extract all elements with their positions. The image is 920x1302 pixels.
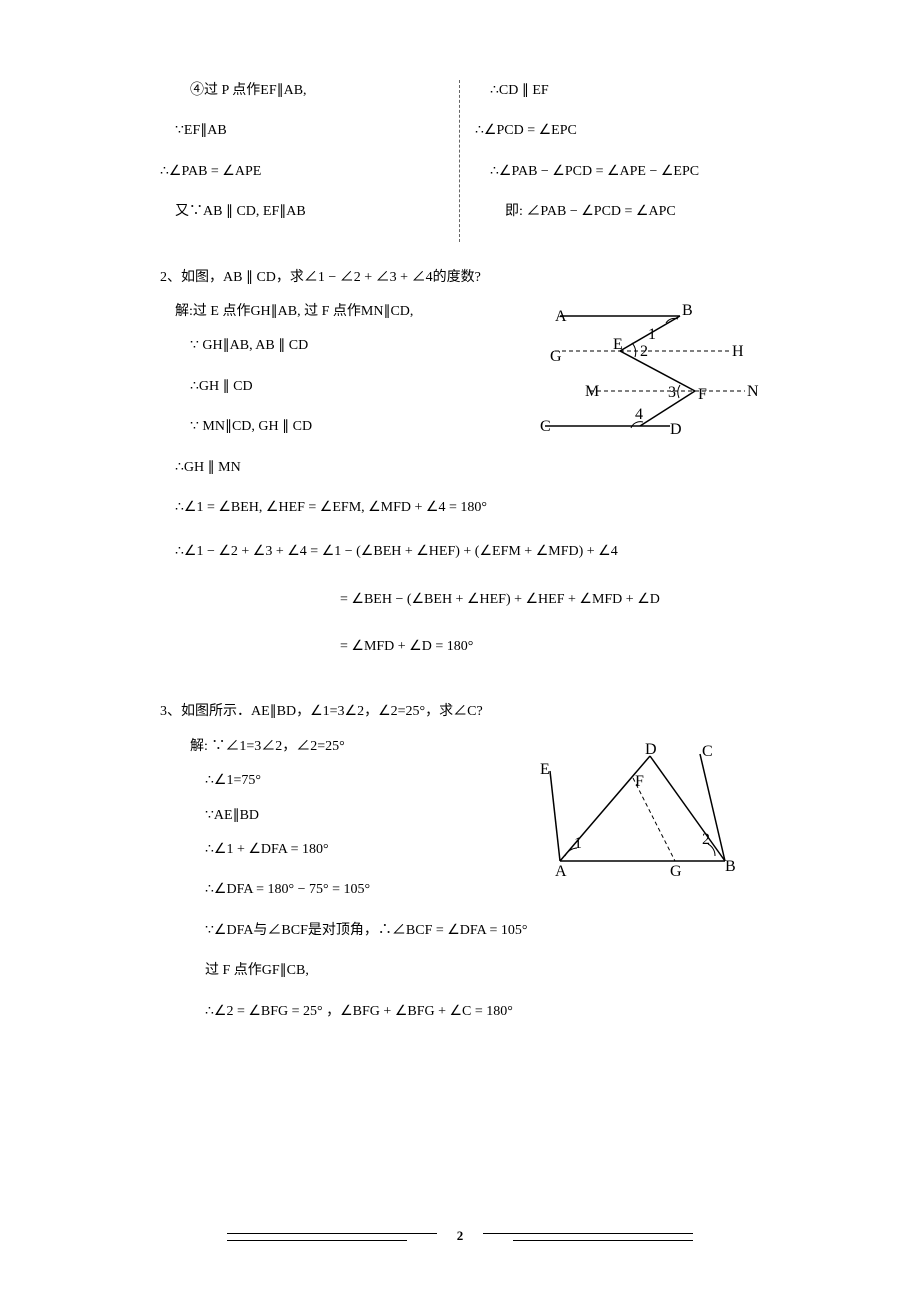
zigzag-diagram: A B G E H M F N C D 1 2 3 4	[540, 301, 760, 441]
footer-right-lines	[483, 1233, 693, 1241]
top-r-1: ∴CD ∥ EF	[475, 80, 760, 102]
label-E: E	[540, 761, 550, 778]
top-r-3: ∴∠PAB − ∠PCD = ∠APE − ∠EPC	[475, 161, 760, 183]
p3-s8: ∴∠2 = ∠BFG = 25° ，∠BFG + ∠BFG + ∠C = 180…	[160, 1001, 760, 1023]
top-r-2: ∴∠PCD = ∠EPC	[475, 120, 760, 142]
col-left: ④过 P 点作EF∥AB, ∵EF∥AB ∴∠PAB = ∠APE 又∵AB ∥…	[160, 80, 460, 242]
problem-2-body: A B G E H M F N C D 1 2 3 4 解:过 E 点作GH∥A…	[160, 301, 760, 684]
footer-left-lines	[227, 1233, 437, 1241]
label-F: F	[635, 773, 644, 790]
top-continuation: ④过 P 点作EF∥AB, ∵EF∥AB ∴∠PAB = ∠APE 又∵AB ∥…	[160, 80, 760, 242]
col-right: ∴CD ∥ EF ∴∠PCD = ∠EPC ∴∠PAB − ∠PCD = ∠AP…	[460, 80, 760, 242]
label-A: A	[555, 863, 567, 880]
label-A: A	[555, 308, 567, 325]
label-n2: 2	[702, 831, 710, 848]
page-footer: 2	[0, 1226, 920, 1247]
label-N: N	[747, 383, 759, 400]
label-F: F	[698, 386, 707, 403]
label-M: M	[585, 383, 599, 400]
problem-3-body: A B C D E F G 1 2 解: ∵∠1=3∠2，∠2=25° ∴∠1=…	[160, 736, 760, 1035]
top-r-4: 即: ∠PAB − ∠PCD = ∠APC	[475, 201, 760, 223]
label-G: G	[670, 863, 682, 880]
diagram-problem-3: A B C D E F G 1 2	[530, 736, 760, 894]
diagram-problem-2: A B G E H M F N C D 1 2 3 4	[540, 301, 760, 449]
label-2: 2	[640, 343, 648, 360]
label-1: 1	[648, 326, 656, 343]
p2-s8: = ∠BEH − (∠BEH + ∠HEF) + ∠HEF + ∠MFD + ∠…	[160, 589, 760, 611]
page-number: 2	[457, 1226, 464, 1247]
label-H: H	[732, 343, 744, 360]
top-l-1: ④过 P 点作EF∥AB,	[160, 80, 444, 102]
label-C: C	[702, 743, 713, 760]
p2-s6: ∴∠1 = ∠BEH, ∠HEF = ∠EFM, ∠MFD + ∠4 = 180…	[160, 497, 760, 519]
top-l-2: ∵EF∥AB	[160, 120, 444, 142]
p2-s7: ∴∠1 − ∠2 + ∠3 + ∠4 = ∠1 − (∠BEH + ∠HEF) …	[160, 541, 760, 563]
label-n1: 1	[574, 835, 582, 852]
top-l-4: 又∵AB ∥ CD, EF∥AB	[160, 201, 444, 223]
triangle-diagram: A B C D E F G 1 2	[530, 736, 760, 886]
label-B: B	[682, 302, 693, 319]
p2-s9: = ∠MFD + ∠D = 180°	[160, 636, 760, 658]
label-D: D	[645, 741, 657, 758]
p3-s6: ∵∠DFA与∠BCF是对顶角，∴∠BCF = ∠DFA = 105°	[160, 920, 760, 942]
label-4: 4	[635, 406, 643, 423]
label-E: E	[613, 336, 623, 353]
label-3: 3	[668, 384, 676, 401]
top-l-3: ∴∠PAB = ∠APE	[160, 161, 444, 183]
label-C: C	[540, 418, 551, 435]
p3-s7: 过 F 点作GF∥CB,	[160, 960, 760, 982]
problem-2-title: 2、如图，AB ∥ CD，求∠1 − ∠2 + ∠3 + ∠4的度数?	[160, 267, 760, 289]
label-D: D	[670, 421, 682, 438]
p2-s5: ∴GH ∥ MN	[160, 457, 760, 479]
problem-3-title: 3、如图所示．AE∥BD，∠1=3∠2，∠2=25°，求∠C?	[160, 701, 760, 723]
label-G: G	[550, 348, 562, 365]
label-B: B	[725, 858, 736, 875]
